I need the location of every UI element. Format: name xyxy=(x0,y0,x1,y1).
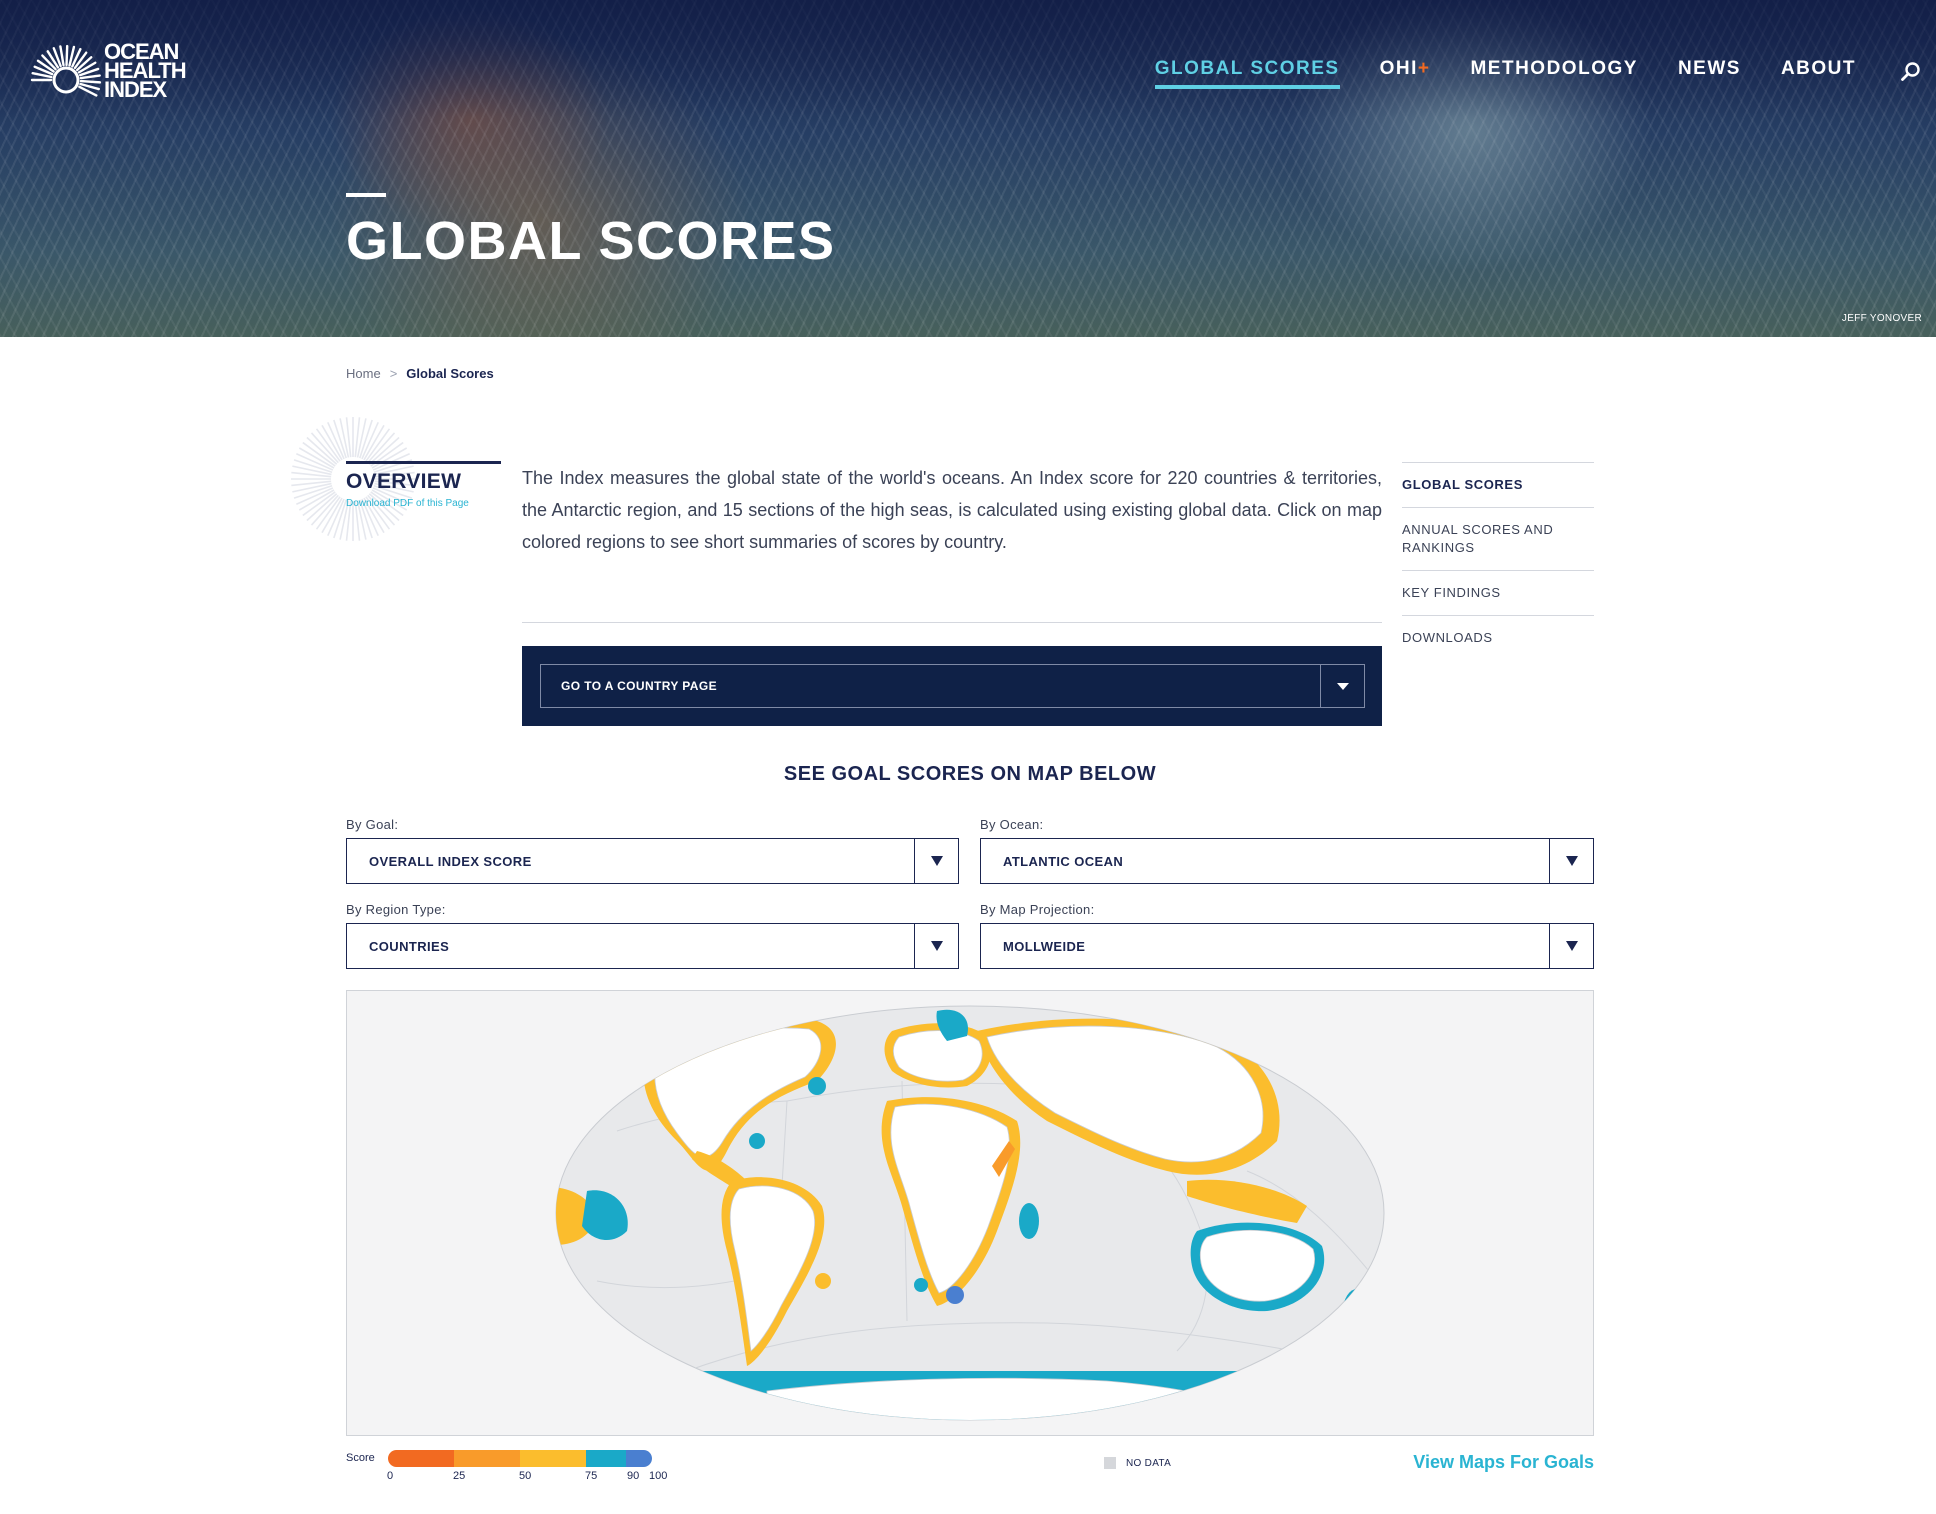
chevron-down-icon xyxy=(930,856,943,866)
nav-ohi-plus-sign: + xyxy=(1417,58,1431,79)
download-pdf-link[interactable]: Download PDF of this Page xyxy=(346,498,501,509)
country-page-label: GO TO A COUNTRY PAGE xyxy=(561,679,718,693)
logo-wordmark: OCEAN HEALTH INDEX xyxy=(104,40,187,100)
nav-ohi-label: OHI xyxy=(1379,58,1418,79)
ocean-select-value: ATLANTIC OCEAN xyxy=(1003,853,1124,869)
chevron-down-icon xyxy=(930,941,943,951)
chevron-down-icon xyxy=(1336,682,1349,690)
chevron-down-icon xyxy=(1565,856,1578,866)
map-region-heard-island[interactable] xyxy=(914,1278,928,1292)
nav-methodology[interactable]: METHODOLOGY xyxy=(1470,58,1637,86)
nav-ohi-plus[interactable]: OHI+ xyxy=(1380,58,1431,86)
map-region-hawaii[interactable] xyxy=(511,1163,527,1179)
projection-select-value: MOLLWEIDE xyxy=(1003,938,1086,954)
overview-rule xyxy=(346,461,501,464)
region-type-select[interactable]: COUNTRIES xyxy=(346,923,959,969)
nav-news[interactable]: NEWS xyxy=(1678,58,1741,86)
intro-divider xyxy=(522,622,1382,623)
map-region-madagascar[interactable] xyxy=(1019,1203,1039,1239)
projection-select[interactable]: MOLLWEIDE xyxy=(980,923,1594,969)
country-select-caret[interactable] xyxy=(1320,665,1364,707)
section-sidenav: GLOBAL SCORES ANNUAL SCORES AND RANKINGS… xyxy=(1402,462,1594,660)
map-region-azores[interactable] xyxy=(808,1077,826,1095)
chevron-down-icon xyxy=(1565,941,1578,951)
ohi-logo[interactable]: OCEAN HEALTH INDEX xyxy=(20,34,210,106)
region-type-filter-label: By Region Type: xyxy=(346,902,446,917)
score-legend-bar xyxy=(388,1450,652,1467)
goal-filter-label: By Goal: xyxy=(346,817,399,832)
map-region-new-zealand[interactable] xyxy=(1343,1289,1371,1333)
intro-text: The Index measures the global state of t… xyxy=(522,468,1382,552)
legend-segment-90-100 xyxy=(626,1450,652,1467)
overview-heading: OVERVIEW xyxy=(346,470,462,493)
ocean-select[interactable]: ATLANTIC OCEAN xyxy=(980,838,1594,884)
legend-title: Score xyxy=(346,1452,375,1464)
breadcrumb-home[interactable]: Home xyxy=(346,366,381,381)
nav-global-scores[interactable]: GLOBAL SCORES xyxy=(1154,58,1340,89)
legend-segment-0-25 xyxy=(388,1450,454,1467)
nav-about[interactable]: ABOUT xyxy=(1781,58,1856,86)
no-data-swatch xyxy=(1104,1457,1116,1469)
breadcrumb-separator: > xyxy=(389,366,398,381)
map-section-heading: SEE GOAL SCORES ON MAP BELOW xyxy=(783,763,1157,785)
overview-block: OVERVIEW Download PDF of this Page xyxy=(346,461,501,509)
map-region-south-atlantic-islands[interactable] xyxy=(815,1273,831,1289)
map-region-caribbean[interactable] xyxy=(749,1133,765,1149)
hero-banner: OCEAN HEALTH INDEX GLOBAL SCORES OHI+ ME… xyxy=(0,0,1936,337)
world-map-panel[interactable] xyxy=(346,990,1594,1436)
projection-select-caret[interactable] xyxy=(1549,924,1593,968)
legend-tick: 75 xyxy=(585,1470,598,1482)
no-data-label: NO DATA xyxy=(1126,1457,1172,1469)
legend-segment-75-90 xyxy=(586,1450,626,1467)
legend-tick: 0 xyxy=(387,1470,394,1482)
no-data-legend: NO DATA xyxy=(1104,1457,1171,1469)
top-navigation: GLOBAL SCORES OHI+ METHODOLOGY NEWS ABOU… xyxy=(1115,58,1922,89)
hero-title-rule xyxy=(346,193,386,197)
goal-select[interactable]: OVERALL INDEX SCORE xyxy=(346,838,959,884)
legend-tick: 90 xyxy=(627,1470,640,1482)
map-region-french-southern[interactable] xyxy=(946,1286,964,1304)
country-page-select[interactable]: GO TO A COUNTRY PAGE xyxy=(540,664,1365,708)
legend-segment-50-75 xyxy=(520,1450,586,1467)
legend-tick: 100 xyxy=(649,1470,668,1482)
projection-filter-label: By Map Projection: xyxy=(980,902,1095,917)
legend-segment-25-50 xyxy=(454,1450,520,1467)
view-maps-for-goals-link[interactable]: View Maps For Goals xyxy=(1413,1452,1594,1473)
logo-burst-icon xyxy=(30,44,102,97)
legend-tick: 50 xyxy=(519,1470,532,1482)
sidenav-item-key-findings[interactable]: KEY FINDINGS xyxy=(1402,570,1594,615)
photo-credit: JEFF YONOVER xyxy=(1841,313,1922,324)
search-icon[interactable] xyxy=(1900,61,1922,83)
ocean-filter-label: By Ocean: xyxy=(980,817,1044,832)
region-type-select-value: COUNTRIES xyxy=(369,938,450,954)
sidenav-item-annual-scores[interactable]: ANNUAL SCORES AND RANKINGS xyxy=(1402,507,1594,570)
sidenav-item-global-scores[interactable]: GLOBAL SCORES xyxy=(1402,462,1594,507)
sidenav-item-downloads[interactable]: DOWNLOADS xyxy=(1402,615,1594,660)
world-map[interactable] xyxy=(347,991,1593,1435)
legend-tick: 25 xyxy=(453,1470,466,1482)
legend-ticks: 0 25 50 75 90 100 xyxy=(387,1470,688,1484)
breadcrumb-current: Global Scores xyxy=(406,366,494,381)
goal-select-caret[interactable] xyxy=(914,839,958,883)
hero-photo-shade xyxy=(0,0,1936,337)
goal-select-value: OVERALL INDEX SCORE xyxy=(369,853,532,869)
page-title: GLOBAL SCORES xyxy=(346,211,836,271)
ocean-select-caret[interactable] xyxy=(1549,839,1593,883)
breadcrumb: Home > Global Scores xyxy=(346,366,494,381)
region-type-select-caret[interactable] xyxy=(914,924,958,968)
country-page-panel: GO TO A COUNTRY PAGE xyxy=(522,646,1382,726)
